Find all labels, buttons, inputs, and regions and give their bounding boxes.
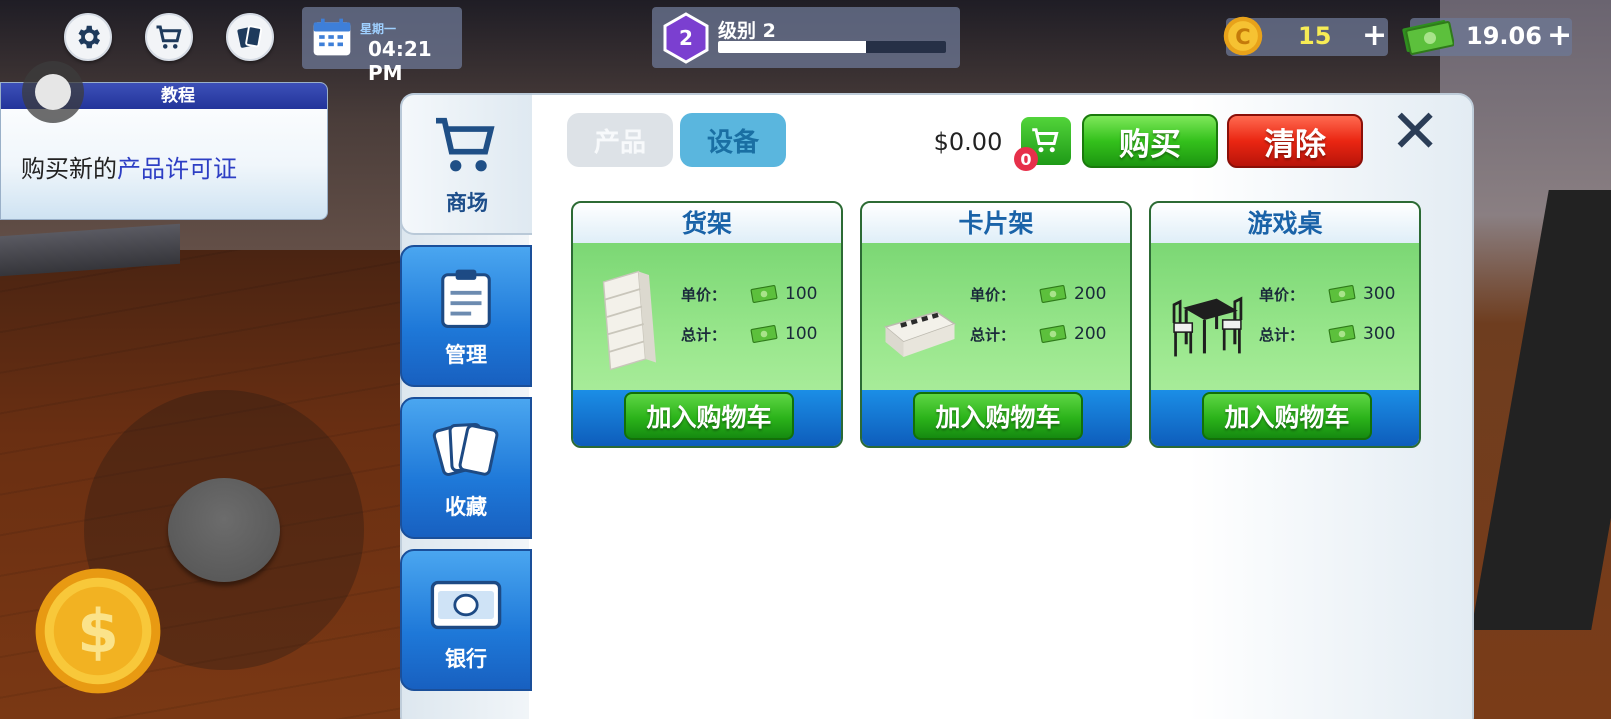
tutorial-text-highlight: 产品许可证 [117, 155, 237, 183]
tab-collection-label: 收藏 [445, 495, 487, 519]
close-icon[interactable]: ✕ [1390, 102, 1440, 162]
add-coins-button[interactable]: + [1362, 18, 1387, 53]
weekday-label: 星期一 [360, 22, 397, 36]
card-rack-icon [883, 311, 957, 357]
subtab-equipment[interactable]: 设备 [680, 113, 786, 167]
cash-icon [1039, 285, 1067, 303]
clock-time: 04:21 PM [368, 37, 432, 85]
tab-bank-label: 银行 [445, 647, 487, 671]
cash-icon [1328, 325, 1356, 343]
total-label: 总计： [681, 325, 727, 344]
tab-bank[interactable]: 银行 [400, 549, 532, 691]
item-card-game-table: 游戏桌 单价： 300 总计： 300 加入购物车 [1149, 201, 1421, 448]
item-title: 卡片架 [862, 203, 1130, 243]
level-progress-bar [718, 41, 946, 53]
cash-icon [750, 325, 778, 343]
svg-text:C: C [1235, 25, 1250, 49]
unit-price-row: 单价： 300 [1259, 283, 1395, 305]
game-table-icon [1172, 296, 1243, 357]
tab-mall[interactable]: 商场 [400, 93, 532, 235]
unit-price-label: 单价： [1259, 285, 1305, 304]
tutorial-toggle-button[interactable] [22, 61, 84, 123]
svg-text:$: $ [77, 597, 119, 667]
unit-price-row: 单价： 200 [970, 283, 1106, 305]
collection-cards-button[interactable] [226, 13, 274, 61]
level-progress-fill [718, 41, 867, 53]
item-title: 货架 [573, 203, 841, 243]
cart-total: $0.00 [912, 123, 1024, 161]
level-label: 级别 2 [718, 20, 776, 42]
item-title: 游戏桌 [1151, 203, 1419, 243]
level-panel: 2 级别 2 [652, 7, 960, 68]
unit-price-value: 100 [785, 284, 818, 304]
item-card-card-rack: 卡片架 单价： 200 总计： 200 加入购物车 [860, 201, 1132, 448]
total-label: 总计： [970, 325, 1016, 344]
cart-icon [436, 117, 495, 172]
coin-count: 15 [1298, 22, 1332, 50]
add-to-cart-button[interactable]: 加入购物车 [1202, 392, 1372, 440]
add-to-cart-button[interactable]: 加入购物车 [913, 392, 1083, 440]
unit-price-value: 300 [1363, 284, 1396, 304]
cash-panel: 19.06 + [1402, 18, 1572, 56]
add-to-cart-button[interactable]: 加入购物车 [624, 392, 794, 440]
total-row: 总计： 100 [681, 323, 817, 345]
tab-manage[interactable]: 管理 [400, 245, 532, 387]
unit-price-row: 单价： 100 [681, 283, 817, 305]
clear-button[interactable]: 清除 [1227, 114, 1363, 168]
date-time-panel: 星期一 04:21 PM [302, 7, 462, 85]
total-label: 总计： [1259, 325, 1305, 344]
card-footer: 加入购物车 [573, 390, 841, 446]
cart-count-badge: 0 [1014, 147, 1038, 171]
buy-button[interactable]: 购买 [1082, 114, 1218, 168]
coins-panel: C 15 + [1223, 16, 1388, 56]
gold-coin-icon: C [1223, 16, 1263, 56]
gear-icon [78, 25, 100, 49]
card-footer: 加入购物车 [1151, 390, 1419, 446]
add-cash-button[interactable]: + [1547, 18, 1572, 53]
card-footer: 加入购物车 [862, 390, 1130, 446]
cash-amount: 19.06 [1466, 22, 1542, 50]
total-value: 200 [1074, 324, 1107, 344]
unit-price-label: 单价： [970, 285, 1016, 304]
tutorial-text: 购买新的产品许可证 [21, 149, 237, 184]
cards-icon [432, 423, 499, 476]
joystick-knob[interactable] [168, 478, 280, 582]
unit-price-value: 200 [1074, 284, 1107, 304]
subtab-products[interactable]: 产品 [567, 113, 673, 167]
calendar-icon [313, 18, 351, 56]
tab-manage-label: 管理 [445, 343, 487, 367]
cash-stack-icon [1402, 20, 1454, 55]
cash-icon [1328, 285, 1356, 303]
unit-price-label: 单价： [681, 285, 727, 304]
cards-icon [237, 25, 263, 48]
clipboard-icon [441, 269, 491, 328]
settings-button[interactable] [64, 13, 112, 61]
cash-icon [1039, 325, 1067, 343]
banknote-icon [430, 580, 502, 630]
total-row: 总计： 300 [1259, 323, 1395, 345]
shop-cart-button[interactable] [145, 13, 193, 61]
cart-icon [156, 25, 182, 49]
total-row: 总计： 200 [970, 323, 1106, 345]
tab-collection[interactable]: 收藏 [400, 397, 532, 539]
tab-mall-label: 商场 [446, 191, 488, 215]
total-value: 100 [785, 324, 818, 344]
dollar-coin-button[interactable]: $ [33, 566, 163, 696]
cash-icon [750, 285, 778, 303]
item-card-shelf: 货架 单价： 100 总计： 100 加入购物车 [571, 201, 843, 448]
level-number: 2 [679, 26, 693, 50]
total-value: 300 [1363, 324, 1396, 344]
shelf-icon [602, 270, 656, 371]
tutorial-text-prefix: 购买新的 [21, 155, 117, 183]
